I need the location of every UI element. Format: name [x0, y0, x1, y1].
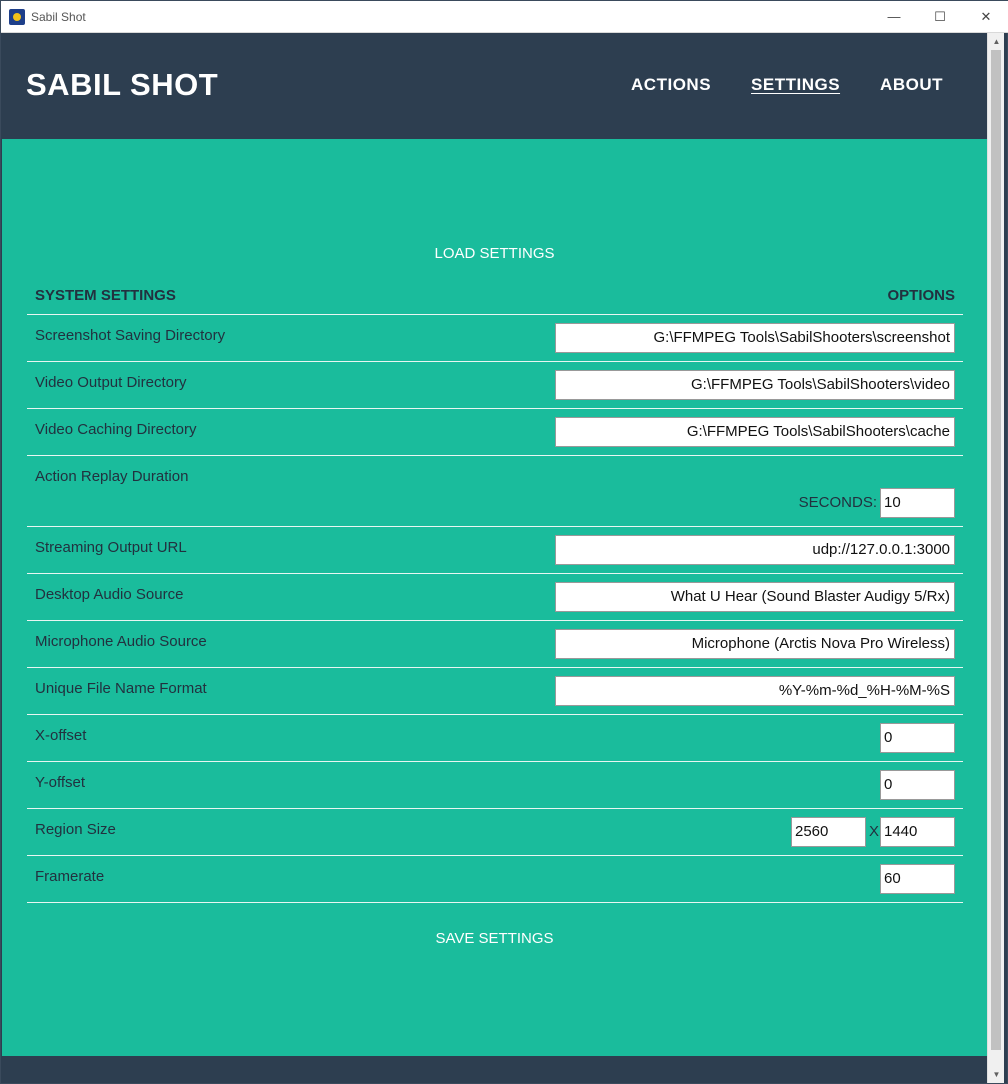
framerate-input[interactable]: 60 [880, 864, 955, 894]
main-nav: ACTIONS SETTINGS ABOUT [631, 75, 943, 95]
x-offset-label: X-offset [35, 727, 87, 744]
file-format-input[interactable]: %Y-%m-%d_%H-%M-%S [555, 676, 955, 706]
region-height-input[interactable]: 1440 [880, 817, 955, 847]
table-row: Y-offset 0 [27, 762, 963, 809]
close-icon[interactable]: ✕ [963, 1, 1008, 33]
scroll-up-icon[interactable]: ▲ [988, 33, 1005, 50]
settings-table: SYSTEM SETTINGS OPTIONS Screenshot Savin… [27, 277, 963, 903]
replay-seconds-input[interactable]: 10 [880, 488, 955, 518]
stream-url-input[interactable]: udp://127.0.0.1:3000 [555, 535, 955, 565]
column-system-settings: SYSTEM SETTINGS [35, 287, 176, 304]
file-format-label: Unique File Name Format [35, 680, 207, 697]
title-bar[interactable]: Sabil Shot — ☐ ✕ [1, 1, 1008, 33]
region-width-input[interactable]: 2560 [791, 817, 866, 847]
desktop-audio-label: Desktop Audio Source [35, 586, 184, 603]
app-header: SABIL SHOT ACTIONS SETTINGS ABOUT [2, 33, 987, 139]
table-row: X-offset 0 [27, 715, 963, 762]
table-header: SYSTEM SETTINGS OPTIONS [27, 277, 963, 315]
table-row: Microphone Audio Source Microphone (Arct… [27, 621, 963, 668]
vertical-scrollbar[interactable]: ▲ ▼ [987, 33, 1004, 1083]
app-window: Sabil Shot — ☐ ✕ SABIL SHOT ACTIONS SETT… [0, 0, 1008, 1084]
y-offset-label: Y-offset [35, 774, 86, 791]
table-row: Desktop Audio Source What U Hear (Sound … [27, 574, 963, 621]
video-output-dir-input[interactable]: G:\FFMPEG Tools\SabilShooters\video [555, 370, 955, 400]
region-size-label: Region Size [35, 821, 116, 838]
table-row: Streaming Output URL udp://127.0.0.1:300… [27, 527, 963, 574]
mic-audio-label: Microphone Audio Source [35, 633, 207, 650]
video-output-dir-label: Video Output Directory [35, 374, 187, 391]
nav-settings[interactable]: SETTINGS [751, 75, 840, 95]
scroll-down-icon[interactable]: ▼ [988, 1066, 1005, 1083]
app-icon [9, 8, 25, 25]
mic-audio-input[interactable]: Microphone (Arctis Nova Pro Wireless) [555, 629, 955, 659]
table-row: Framerate 60 [27, 856, 963, 903]
save-settings-button[interactable]: SAVE SETTINGS [2, 930, 987, 947]
window-title: Sabil Shot [31, 9, 86, 24]
scrollbar-thumb[interactable] [991, 50, 1001, 1050]
seconds-label: SECONDS: [798, 494, 877, 511]
screenshot-dir-label: Screenshot Saving Directory [35, 327, 226, 344]
app-footer [2, 1056, 987, 1083]
maximize-icon[interactable]: ☐ [917, 1, 963, 33]
table-row: Screenshot Saving Directory G:\FFMPEG To… [27, 315, 963, 362]
table-row: Action Replay Duration SECONDS: 10 [27, 456, 963, 527]
desktop-audio-input[interactable]: What U Hear (Sound Blaster Audigy 5/Rx) [555, 582, 955, 612]
replay-duration-label: Action Replay Duration [35, 468, 189, 485]
screenshot-dir-input[interactable]: G:\FFMPEG Tools\SabilShooters\screenshot [555, 323, 955, 353]
stream-url-label: Streaming Output URL [35, 539, 187, 556]
nav-about[interactable]: ABOUT [880, 75, 943, 95]
region-separator: X [868, 823, 879, 840]
y-offset-input[interactable]: 0 [880, 770, 955, 800]
video-cache-dir-input[interactable]: G:\FFMPEG Tools\SabilShooters\cache [555, 417, 955, 447]
video-cache-dir-label: Video Caching Directory [35, 421, 197, 438]
nav-actions[interactable]: ACTIONS [631, 75, 711, 95]
table-row: Video Output Directory G:\FFMPEG Tools\S… [27, 362, 963, 409]
minimize-icon[interactable]: — [871, 1, 917, 33]
load-settings-button[interactable]: LOAD SETTINGS [2, 245, 987, 262]
table-row: Unique File Name Format %Y-%m-%d_%H-%M-%… [27, 668, 963, 715]
brand-title: SABIL SHOT [26, 67, 219, 102]
table-row: Region Size 2560 X 1440 [27, 809, 963, 856]
framerate-label: Framerate [35, 868, 105, 885]
x-offset-input[interactable]: 0 [880, 723, 955, 753]
column-options: OPTIONS [887, 287, 955, 304]
table-row: Video Caching Directory G:\FFMPEG Tools\… [27, 409, 963, 456]
settings-panel: LOAD SETTINGS SYSTEM SETTINGS OPTIONS Sc… [2, 139, 987, 1056]
